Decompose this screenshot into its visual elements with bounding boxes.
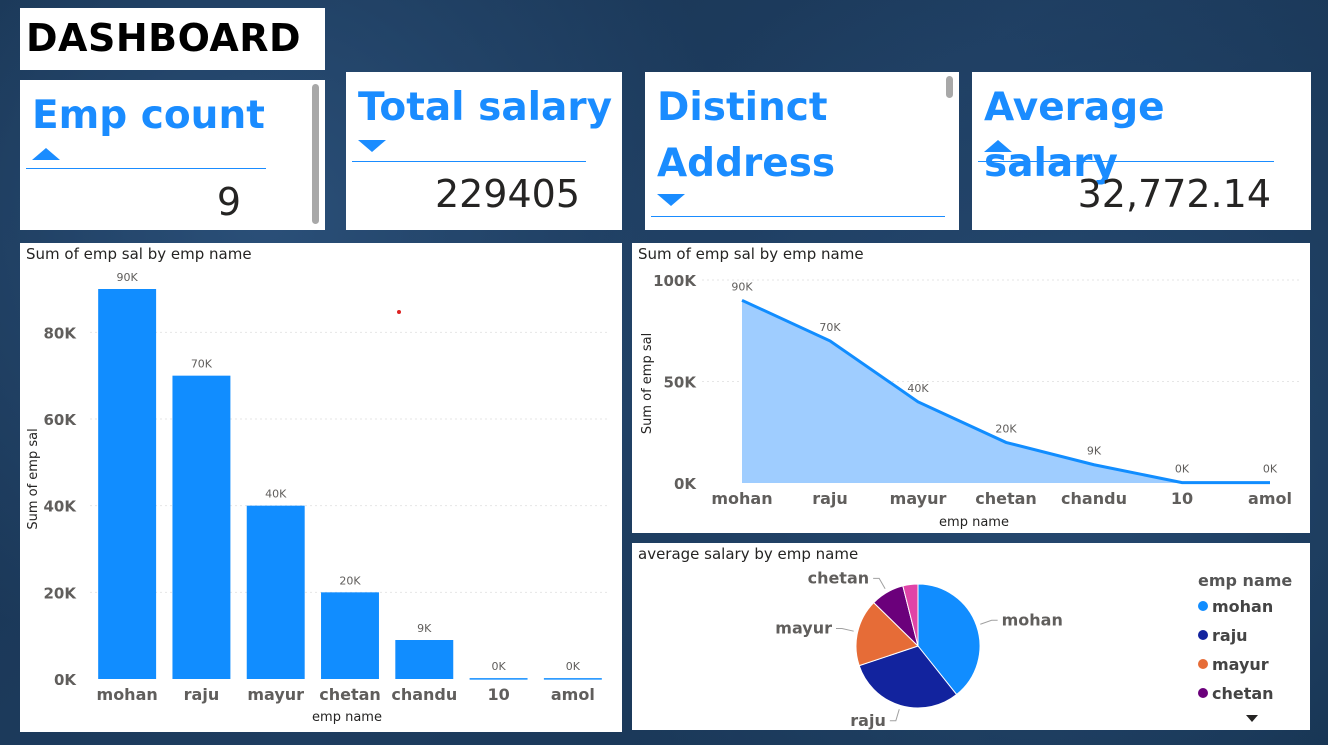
bar [543,678,602,680]
area-x-tick-label: mohan [711,489,772,508]
bar-x-axis-label: emp name [312,710,382,725]
legend-scroll-down-icon[interactable] [1246,715,1258,722]
bar-y-tick-label: 20K [44,584,78,602]
bar-chart-panel[interactable]: Sum of emp sal by emp name 0K 20K 40K 60K 80… [20,243,622,732]
kpi-label-total-salary: Total salary [358,85,612,130]
pie-leader-line [980,619,998,625]
legend-dot-icon [1198,629,1208,640]
dashboard-title: DASHBOARD [26,16,302,60]
bar [172,375,231,679]
bar-x-tick-label: mohan [97,685,158,704]
kpi-divider [651,216,945,217]
pie-legend-item[interactable]: mayur [1198,655,1269,674]
area-data-label: 40K [907,382,929,395]
area-x-tick-label: raju [812,489,848,508]
pie-slice-label: mohan [1002,610,1063,629]
legend-dot-icon [1198,658,1208,669]
kpi-card-distinct-address[interactable]: Distinct Address [645,72,959,230]
bar-chart: 0K 20K 40K 60K 80K 90K mohan 70K raju 40K mayur 20K… [26,271,610,725]
pie-legend-title: emp name [1198,571,1293,590]
bar [98,289,157,679]
collapse-down-icon[interactable] [657,194,685,206]
bar-y-axis-label: Sum of emp sal [26,428,41,529]
area-x-tick-label: amol [1248,489,1292,508]
bar [395,640,454,679]
area-data-label: 9K [1087,445,1102,458]
bar-x-tick-label: amol [551,685,595,704]
pie-legend-label: raju [1212,626,1248,645]
area-x-tick-label: 10 [1171,489,1193,508]
pie-slice-label: chetan [808,568,870,587]
pie-legend-label: mayur [1212,655,1269,674]
bar-x-tick-label: chetan [319,685,381,704]
kpi-value-emp-count: 9 [216,180,241,224]
area-y-axis-label: Sum of emp sal [640,333,655,434]
bar [469,678,528,680]
area-y-tick-label: 0K [674,475,697,493]
bar-data-label: 9K [417,622,432,635]
area-y-tick-label: 100K [653,272,697,290]
kpi-label-emp-count: Emp count [32,93,265,138]
legend-dot-icon [1198,687,1208,698]
bar-x-tick-label: chandu [391,685,457,704]
kpi-card-total-salary[interactable]: Total salary 229405 [346,72,622,230]
pie-legend-label: mohan [1212,597,1274,616]
kpi-value-average-salary: 32,772.14 [1077,172,1271,216]
bar [321,592,379,679]
kpi-card-emp-count[interactable]: Emp count 9 [20,80,325,230]
bar-y-tick-label: 60K [44,411,78,429]
pie-chart: mohan raju mayur chetan [775,568,1063,730]
area-data-label: 70K [819,321,841,334]
collapse-down-icon[interactable] [358,140,386,152]
bar-y-tick-label: 40K [44,498,78,516]
pie-leader-line [873,577,886,590]
area-data-label: 20K [995,422,1017,435]
pie-slice-label: mayur [775,618,832,637]
bar-data-label: 0K [491,660,506,673]
pie-legend-label: chetan [1212,684,1274,703]
bar-y-tick-label: 80K [44,324,78,342]
bar-data-label: 70K [191,358,213,371]
kpi-scrollbar[interactable] [946,76,953,98]
area-data-label: 0K [1263,463,1278,476]
bar-x-tick-label: mayur [247,685,304,704]
area-data-label: 0K [1175,463,1190,476]
pie-leader-line [835,627,854,632]
pie-legend-item[interactable]: mohan [1198,597,1273,616]
area-x-tick-label: chetan [975,489,1037,508]
expand-up-icon[interactable] [984,140,1012,152]
area-y-tick-label: 50K [664,374,698,392]
bar-data-label: 40K [265,488,287,501]
kpi-label-distinct-line2: Address [657,141,836,186]
area-x-tick-label: mayur [890,489,947,508]
pie-legend-item[interactable]: raju [1198,626,1248,645]
bar-data-label: 20K [339,574,361,587]
bar-data-label: 90K [117,271,139,284]
area-x-tick-label: chandu [1061,489,1127,508]
area-chart: 0K50K100K 90Kmohan70Kraju40Kmayur20Kcheta… [640,272,1300,530]
bar-y-tick-label: 0K [54,671,77,689]
kpi-card-average-salary[interactable]: Average salary 32,772.14 [972,72,1311,230]
bar [246,505,305,679]
pie-legend-item[interactable]: chetan [1198,684,1274,703]
kpi-label-distinct-line1: Distinct [657,85,828,130]
pie-slice-label: raju [850,711,886,730]
pie-leader-line [889,709,900,722]
area-chart-panel[interactable]: Sum of emp sal by emp name 0K 50K 100K 90K m… [632,243,1310,533]
kpi-divider [978,161,1274,162]
area-data-label: 90K [731,280,753,293]
dashboard-title-box: DASHBOARD [20,8,325,70]
kpi-divider [352,161,586,162]
kpi-scrollbar[interactable] [312,84,319,224]
bar-x-tick-label: raju [184,685,220,704]
kpi-value-total-salary: 229405 [434,172,580,216]
kpi-divider [26,168,266,169]
bar-data-label: 0K [566,660,581,673]
legend-dot-icon [1198,600,1208,611]
pie-chart-panel[interactable]: average salary by emp name mohan raju mayu… [632,543,1310,730]
area-x-axis-label: emp name [939,515,1009,530]
bar-x-tick-label: 10 [487,685,509,704]
expand-up-icon[interactable] [32,148,60,160]
red-dot-marker [397,310,401,314]
